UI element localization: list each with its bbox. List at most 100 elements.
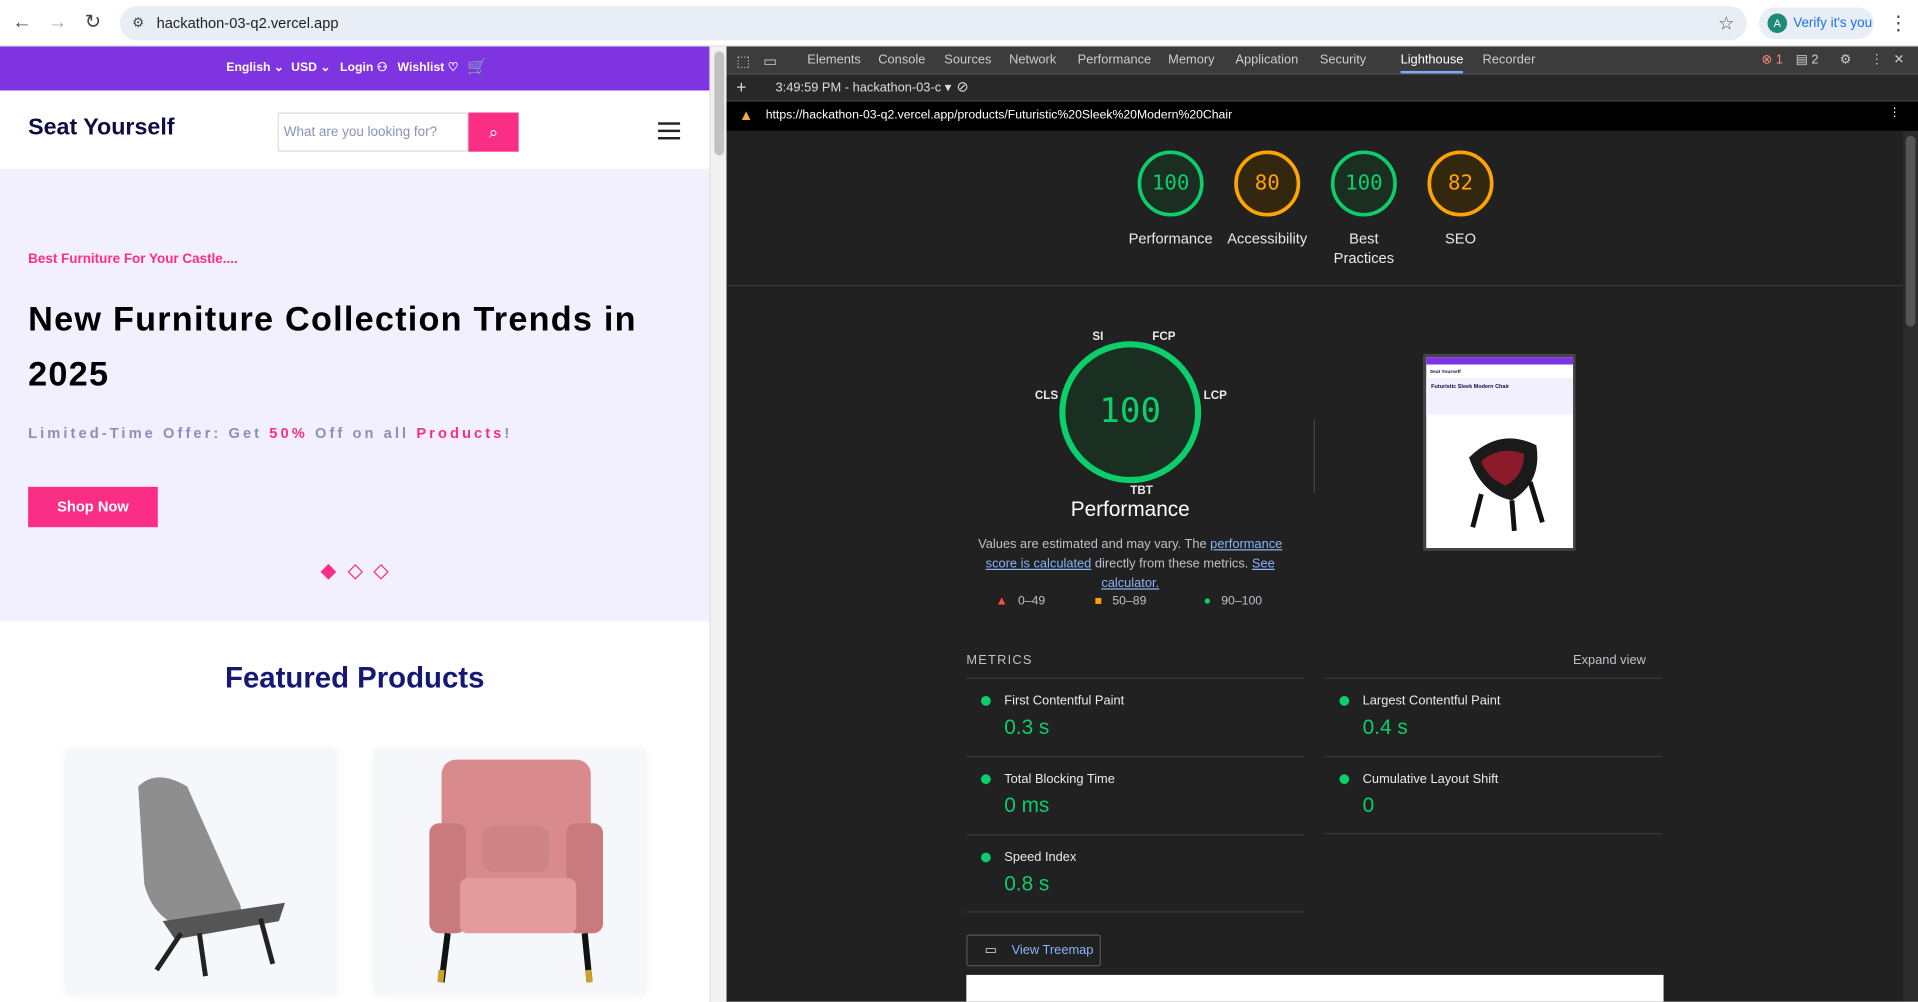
clear-reports-icon[interactable]: ⊘ bbox=[957, 78, 969, 95]
search-input[interactable]: What are you looking for? bbox=[277, 112, 469, 152]
product-card[interactable] bbox=[64, 749, 337, 995]
final-screenshot-thumbnail[interactable]: Seat Yourself Futuristic Sleek Modern Ch… bbox=[1423, 354, 1576, 551]
report-url: https://hackathon-03-q2.vercel.app/produ… bbox=[765, 108, 1233, 123]
score-gauge-best-practices[interactable]: 100 bbox=[1330, 150, 1397, 217]
tab-recorder[interactable]: Recorder bbox=[1483, 53, 1536, 68]
cart-icon[interactable]: 🛒 bbox=[467, 57, 487, 77]
tab-performance[interactable]: Performance bbox=[1078, 53, 1152, 68]
login-link[interactable]: Login ⚇ bbox=[340, 61, 388, 74]
tab-console[interactable]: Console bbox=[878, 53, 925, 68]
gauge-label-lcp: LCP bbox=[1203, 388, 1227, 403]
divider bbox=[726, 285, 1904, 287]
site-topbar: English ⌄ USD ⌄ Login ⚇ Wishlist ♡ 🛒 bbox=[0, 46, 710, 91]
gauge-label-si: SI bbox=[1092, 330, 1104, 344]
score-gauge-accessibility[interactable]: 80 bbox=[1234, 150, 1301, 217]
verify-label: Verify it's you bbox=[1793, 15, 1873, 31]
thumb-logo: Seat Yourself bbox=[1429, 368, 1461, 375]
score-gauge-performance[interactable]: 100 bbox=[1137, 150, 1204, 217]
futuristic-chair-image bbox=[1469, 438, 1545, 532]
site-logo[interactable]: Seat Yourself bbox=[28, 115, 174, 142]
metric-tbt: Total Blocking Time 0 ms bbox=[966, 755, 1304, 834]
hero-subtitle: Best Furniture For Your Castle.... bbox=[28, 251, 238, 267]
site-scrollbar[interactable] bbox=[709, 46, 727, 1002]
bookmark-star-icon[interactable]: ☆ bbox=[1718, 12, 1734, 34]
profile-avatar: A bbox=[1767, 13, 1788, 34]
pass-dot-icon bbox=[981, 852, 991, 863]
red-triangle-icon: ▲ bbox=[995, 594, 1008, 608]
site-info-icon[interactable]: ⚙ bbox=[132, 15, 144, 31]
report-url-bar: ▲ https://hackathon-03-q2.vercel.app/pro… bbox=[726, 101, 1918, 131]
forward-icon[interactable]: → bbox=[45, 11, 69, 35]
tab-security[interactable]: Security bbox=[1320, 53, 1366, 68]
lighthouse-toolbar: + 3:49:59 PM - hackathon-03-c ▾ ⊘ bbox=[726, 74, 1918, 102]
featured-products-title: Featured Products bbox=[225, 661, 485, 695]
score-label-seo: SEO bbox=[1445, 229, 1477, 248]
legend-average: ■ 50–89 bbox=[1094, 594, 1147, 608]
device-toggle-icon[interactable]: ▭ bbox=[763, 53, 777, 70]
address-url[interactable]: hackathon-03-q2.vercel.app bbox=[157, 15, 339, 32]
lighthouse-report: 100 Performance 80 Accessibility 100 Bes… bbox=[726, 130, 1904, 1002]
language-select[interactable]: English ⌄ bbox=[226, 61, 284, 74]
pass-dot-icon bbox=[1339, 696, 1350, 706]
hero-banner: Best Furniture For Your Castle.... New F… bbox=[0, 168, 710, 622]
back-icon[interactable]: ← bbox=[10, 11, 34, 35]
hero-offer: Limited-Time Offer: Get 50% Off on all P… bbox=[28, 424, 513, 442]
browser-menu-icon[interactable]: ⋮ bbox=[1889, 11, 1909, 35]
expand-view-toggle[interactable]: Expand view bbox=[1573, 653, 1646, 668]
shop-now-button[interactable]: Shop Now bbox=[28, 486, 158, 528]
wishlist-link[interactable]: Wishlist ♡ bbox=[398, 61, 459, 74]
settings-gear-icon[interactable]: ⚙ bbox=[1840, 53, 1852, 68]
score-gauge-seo[interactable]: 82 bbox=[1427, 150, 1494, 217]
report-select[interactable]: 3:49:59 PM - hackathon-03-c ▾ bbox=[776, 81, 952, 96]
lighthouse-logo-icon: ▲ bbox=[738, 106, 754, 124]
currency-select[interactable]: USD ⌄ bbox=[291, 61, 331, 74]
pass-dot-icon bbox=[1339, 774, 1350, 785]
hamburger-menu-icon[interactable] bbox=[658, 122, 681, 142]
website-viewport: English ⌄ USD ⌄ Login ⚇ Wishlist ♡ 🛒 Sea… bbox=[0, 46, 710, 1002]
search-icon: ⌕ bbox=[488, 122, 499, 142]
tab-application[interactable]: Application bbox=[1235, 53, 1298, 68]
product-card[interactable] bbox=[374, 749, 646, 995]
address-bar[interactable]: ⚙ hackathon-03-q2.vercel.app ☆ bbox=[119, 6, 1747, 41]
performance-note: Values are estimated and may vary. The p… bbox=[978, 536, 1283, 591]
verify-profile-button[interactable]: A Verify it's you bbox=[1758, 7, 1874, 40]
carousel-dot-active[interactable] bbox=[320, 564, 337, 580]
inspect-element-icon[interactable]: ⬚ bbox=[736, 53, 750, 70]
user-icon: ⚇ bbox=[376, 61, 388, 75]
devtools-tab-bar: ⬚ ▭ Elements Console Sources Network Per… bbox=[726, 46, 1918, 75]
metric-si: Speed Index 0.8 s bbox=[966, 834, 1304, 913]
hero-title: New Furniture Collection Trends in 2025 bbox=[28, 299, 637, 393]
tab-lighthouse[interactable]: Lighthouse bbox=[1400, 53, 1464, 74]
error-count-badge[interactable]: ⊗ 1 bbox=[1761, 53, 1782, 68]
grey-lounge-chair-image bbox=[138, 777, 286, 977]
pink-armchair-image bbox=[429, 759, 604, 983]
site-header: Seat Yourself What are you looking for? … bbox=[0, 90, 710, 169]
carousel-dot[interactable] bbox=[373, 564, 389, 580]
green-circle-icon: ● bbox=[1203, 594, 1212, 608]
new-report-plus-icon[interactable]: + bbox=[736, 77, 746, 97]
metric-lcp: Largest Contentful Paint 0.4 s bbox=[1324, 677, 1663, 756]
report-menu-icon[interactable]: ⋮ bbox=[1889, 106, 1901, 119]
carousel-dot[interactable] bbox=[347, 564, 364, 580]
performance-metrics-gauge: 100 bbox=[1059, 341, 1202, 484]
treemap-icon: ▭ bbox=[984, 943, 997, 958]
reload-icon[interactable]: ↻ bbox=[81, 11, 105, 35]
orange-square-icon: ■ bbox=[1094, 594, 1103, 608]
tab-elements[interactable]: Elements bbox=[807, 53, 861, 68]
devtools-menu-icon[interactable]: ⋮ bbox=[1870, 53, 1883, 68]
message-count-badge[interactable]: ▤ 2 bbox=[1796, 53, 1819, 68]
thumb-product-title: Futuristic Sleek Modern Chair bbox=[1426, 377, 1574, 415]
view-treemap-button[interactable]: ▭ View Treemap bbox=[966, 934, 1101, 967]
close-devtools-icon[interactable]: ✕ bbox=[1894, 53, 1905, 68]
tab-sources[interactable]: Sources bbox=[944, 53, 991, 68]
gauge-label-tbt: TBT bbox=[1130, 484, 1153, 498]
legend-fail: ▲ 0–49 bbox=[995, 594, 1046, 608]
devtools-panel: ⬚ ▭ Elements Console Sources Network Per… bbox=[726, 46, 1918, 1002]
search-button[interactable]: ⌕ bbox=[468, 112, 519, 152]
legend-pass: ● 90–100 bbox=[1203, 594, 1263, 608]
metric-fcp: First Contentful Paint 0.3 s bbox=[966, 677, 1304, 756]
devtools-scrollbar[interactable] bbox=[1903, 130, 1918, 1002]
tab-memory[interactable]: Memory bbox=[1168, 53, 1214, 68]
divider bbox=[1313, 419, 1315, 493]
tab-network[interactable]: Network bbox=[1009, 53, 1056, 68]
